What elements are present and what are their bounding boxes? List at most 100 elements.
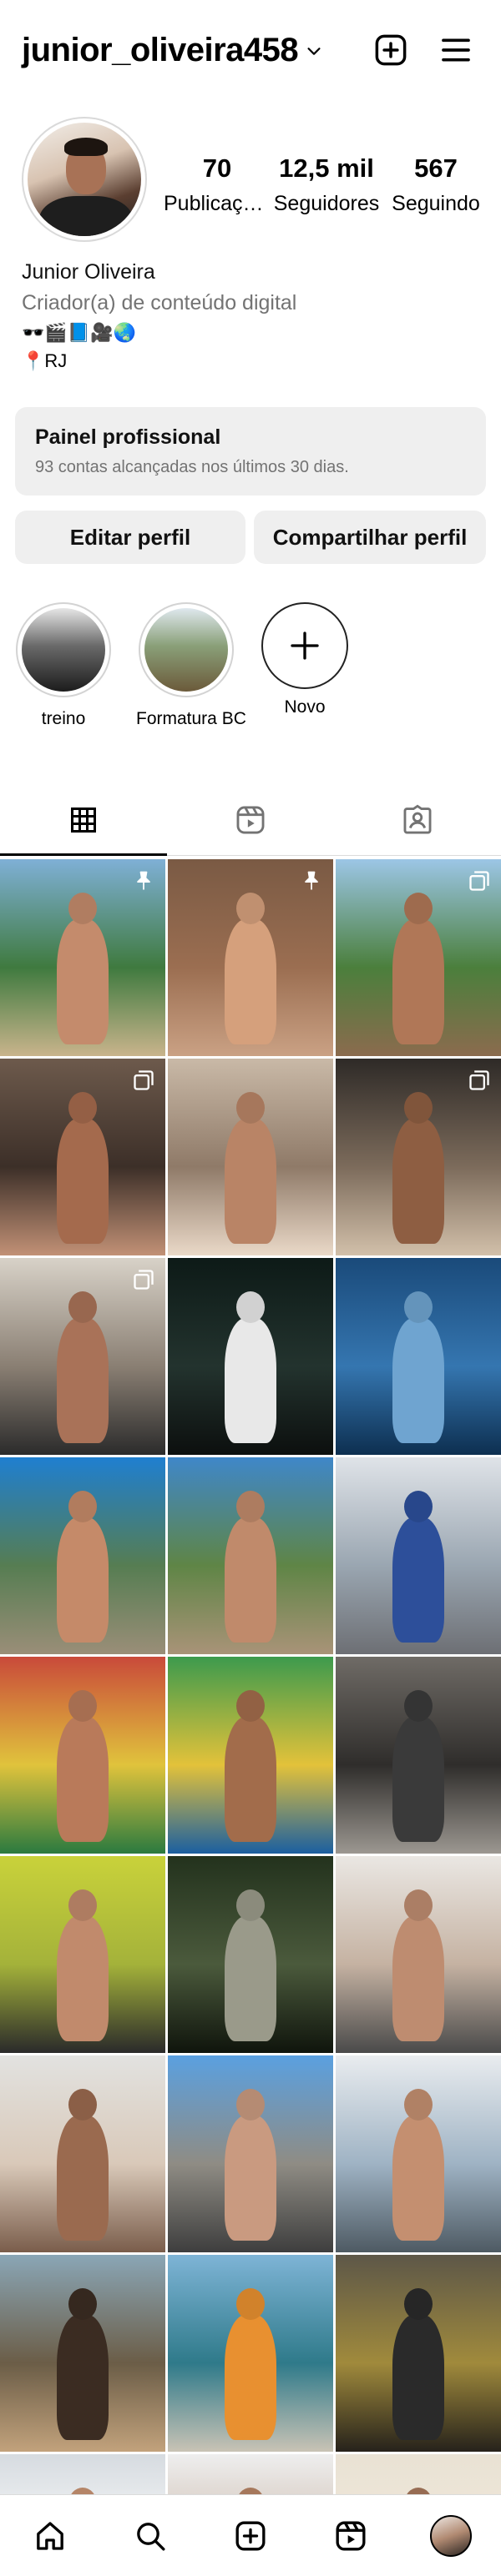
profile-avatar — [430, 2514, 472, 2557]
post-thumbnail[interactable] — [168, 1657, 333, 1854]
post-thumbnail[interactable] — [336, 859, 501, 1056]
carousel-icon — [132, 1268, 155, 1291]
photo-subject-head — [236, 1889, 265, 1921]
post-thumbnail[interactable] — [168, 1856, 333, 2053]
reels-icon — [336, 2521, 366, 2550]
create-icon — [235, 2521, 266, 2550]
menu-button[interactable] — [436, 30, 476, 70]
post-thumbnail[interactable] — [168, 2055, 333, 2252]
highlight-label: Formatura BC — [136, 709, 246, 728]
post-thumbnail[interactable] — [336, 1059, 501, 1255]
photo-subject — [57, 2315, 109, 2440]
highlight-label: treino — [41, 709, 86, 728]
profile-tabs — [0, 784, 501, 856]
tagged-icon — [403, 804, 432, 833]
highlight-treino[interactable]: treino — [13, 602, 114, 729]
post-thumbnail[interactable] — [0, 1059, 165, 1255]
photo-subject — [392, 2116, 444, 2241]
photo-subject — [225, 2116, 276, 2241]
photo-subject — [225, 919, 276, 1044]
photo-subject — [57, 1318, 109, 1443]
photo-subject — [57, 1916, 109, 2041]
post-thumbnail[interactable] — [168, 1457, 333, 1654]
post-thumbnail[interactable] — [336, 1258, 501, 1455]
nav-profile[interactable] — [426, 2511, 476, 2561]
post-thumbnail[interactable] — [336, 2255, 501, 2452]
pin-icon — [132, 869, 155, 893]
stat-value: 12,5 mil — [279, 153, 374, 183]
photo-subject-head — [68, 2288, 97, 2320]
display-name: Junior Oliveira — [22, 260, 155, 284]
bio-location: 📍RJ — [22, 350, 68, 371]
share-profile-button[interactable]: Compartilhar perfil — [254, 511, 486, 564]
photo-subject-head — [404, 1092, 433, 1124]
post-thumbnail[interactable] — [336, 2055, 501, 2252]
stat-label: Seguindo — [392, 192, 480, 215]
post-thumbnail[interactable] — [0, 1856, 165, 2053]
new-highlight-button[interactable]: Novo — [255, 602, 355, 717]
photo-subject — [392, 1119, 444, 1244]
photo-subject-head — [68, 1491, 97, 1522]
profile-stats: 70 Publicaçõ... 12,5 mil Seguidores 567 … — [164, 153, 489, 216]
photo-subject — [57, 1119, 109, 1244]
followers-count[interactable]: 12,5 mil Seguidores — [273, 153, 380, 216]
photo-subject — [57, 919, 109, 1044]
nav-reels[interactable] — [326, 2511, 376, 2561]
post-thumbnail[interactable] — [168, 2255, 333, 2452]
post-thumbnail[interactable] — [168, 859, 333, 1056]
post-thumbnail[interactable] — [0, 2255, 165, 2452]
photo-subject-head — [68, 1690, 97, 1722]
create-post-button[interactable] — [371, 30, 411, 70]
post-thumbnail[interactable] — [168, 1059, 333, 1255]
stat-label: Seguidores — [273, 192, 380, 215]
nav-search[interactable] — [125, 2511, 175, 2561]
posts-grid — [0, 859, 501, 2576]
highlight-formatura-bc[interactable]: Formatura BC — [136, 602, 246, 729]
pin-icon — [300, 869, 323, 893]
photo-subject-head — [236, 2288, 265, 2320]
post-thumbnail[interactable] — [0, 1258, 165, 1455]
profile-picture[interactable] — [22, 117, 147, 242]
account-switcher[interactable]: junior_oliveira458 — [22, 32, 323, 69]
post-thumbnail[interactable] — [336, 1657, 501, 1854]
nav-create[interactable] — [225, 2511, 276, 2561]
post-thumbnail[interactable] — [336, 1856, 501, 2053]
bio-emojis: 🕶️🎬📘🎥🌏 — [22, 322, 136, 343]
nav-home[interactable] — [25, 2511, 75, 2561]
tab-posts[interactable] — [0, 784, 167, 856]
photo-subject-head — [404, 893, 433, 924]
photo-subject-head — [404, 1690, 433, 1722]
photo-subject-head — [68, 893, 97, 924]
tab-tagged[interactable] — [334, 784, 501, 855]
post-thumbnail[interactable] — [0, 2055, 165, 2252]
posts-count[interactable]: 70 Publicaçõ... — [164, 153, 271, 216]
post-thumbnail[interactable] — [0, 859, 165, 1056]
dashboard-subtitle: 93 contas alcançadas nos últimos 30 dias… — [35, 458, 349, 476]
photo-subject — [225, 1517, 276, 1643]
edit-profile-button[interactable]: Editar perfil — [15, 511, 245, 564]
carousel-icon — [468, 869, 491, 893]
hamburger-menu-icon — [442, 38, 470, 62]
post-thumbnail[interactable] — [168, 1258, 333, 1455]
professional-dashboard[interactable]: Painel profissional 93 contas alcançadas… — [15, 407, 486, 496]
plus-square-icon — [375, 34, 407, 66]
photo-subject — [57, 1517, 109, 1643]
photo-subject — [392, 1517, 444, 1643]
post-thumbnail[interactable] — [336, 1457, 501, 1654]
stat-label: Publicaçõ... — [164, 192, 271, 215]
photo-subject — [225, 1318, 276, 1443]
photo-subject — [225, 1119, 276, 1244]
bottom-navigation — [0, 2494, 501, 2576]
carousel-icon — [132, 1069, 155, 1092]
photo-subject — [225, 1916, 276, 2041]
following-count[interactable]: 567 Seguindo — [382, 153, 489, 216]
photo-subject-head — [68, 1092, 97, 1124]
avatar — [28, 123, 141, 236]
carousel-icon — [468, 1069, 491, 1092]
post-thumbnail[interactable] — [0, 1457, 165, 1654]
photo-subject-head — [68, 2089, 97, 2121]
photo-subject — [392, 2315, 444, 2440]
tab-reels[interactable] — [167, 784, 334, 855]
post-thumbnail[interactable] — [0, 1657, 165, 1854]
username: junior_oliveira458 — [22, 32, 299, 68]
